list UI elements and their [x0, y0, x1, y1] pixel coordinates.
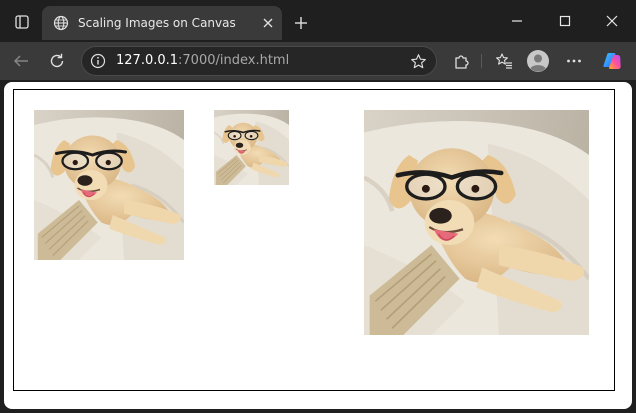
- close-tab-button[interactable]: [261, 16, 275, 30]
- close-icon: [606, 15, 618, 27]
- more-horizontal-icon: [567, 59, 581, 63]
- favorites-icon: [496, 53, 512, 69]
- reload-icon: [50, 53, 64, 68]
- canvas: [13, 89, 615, 391]
- dog-photo: [214, 110, 289, 185]
- info-icon: [90, 53, 106, 69]
- minimize-button[interactable]: [497, 6, 537, 36]
- extensions-button[interactable]: [447, 46, 477, 76]
- tab-title: Scaling Images on Canvas: [78, 16, 236, 30]
- dog-image-original: [34, 110, 184, 260]
- page-viewport: [4, 82, 632, 409]
- browser-window: Scaling Images on Canvas 127.0.0.1:7000/…: [0, 0, 636, 413]
- browser-toolbar: 127.0.0.1:7000/index.html: [0, 42, 636, 80]
- url-text: 127.0.0.1:7000/index.html: [116, 53, 289, 69]
- tab-actions-button[interactable]: [9, 9, 35, 35]
- plus-icon: [295, 17, 307, 29]
- favorites-button[interactable]: [489, 46, 519, 76]
- reload-button[interactable]: [42, 46, 72, 76]
- back-button[interactable]: [6, 46, 36, 76]
- star-icon: [410, 53, 426, 68]
- maximize-icon: [559, 15, 571, 27]
- tab-active[interactable]: Scaling Images on Canvas: [42, 6, 282, 40]
- profile-button[interactable]: [523, 46, 553, 76]
- window-bottom-edge: [0, 409, 636, 413]
- bookmark-button[interactable]: [408, 51, 428, 71]
- url-path: :7000/index.html: [178, 53, 290, 68]
- close-icon: [263, 18, 273, 28]
- site-info-button[interactable]: [88, 51, 108, 71]
- dog-image-enlarged: [364, 110, 589, 335]
- settings-menu-button[interactable]: [559, 46, 589, 76]
- arrow-left-icon: [14, 55, 28, 67]
- tab-actions-icon: [15, 15, 29, 29]
- minimize-icon: [512, 20, 522, 22]
- address-bar[interactable]: 127.0.0.1:7000/index.html: [81, 46, 437, 76]
- url-host: 127.0.0.1: [116, 53, 179, 68]
- dog-photo: [364, 110, 589, 335]
- copilot-icon: [603, 53, 621, 69]
- dog-image-half: [214, 110, 289, 185]
- avatar-icon: [527, 50, 549, 72]
- new-tab-button[interactable]: [290, 12, 312, 34]
- close-window-button[interactable]: [592, 6, 632, 36]
- tab-strip: Scaling Images on Canvas: [0, 0, 636, 42]
- globe-icon: [53, 15, 69, 31]
- toolbar-separator: [481, 54, 482, 68]
- maximize-button[interactable]: [545, 6, 585, 36]
- copilot-button[interactable]: [597, 46, 627, 76]
- dog-photo: [34, 110, 184, 260]
- puzzle-icon: [455, 55, 469, 69]
